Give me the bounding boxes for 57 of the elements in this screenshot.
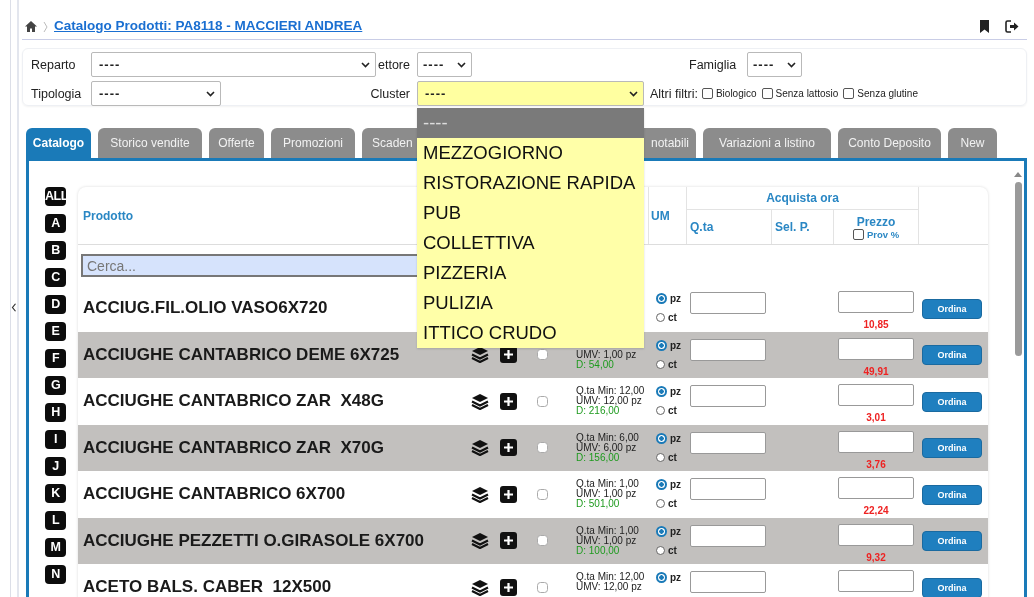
stock-info: D: 156,00 bbox=[576, 452, 620, 463]
price: 49,91 bbox=[862, 365, 890, 377]
unit-label: pz bbox=[670, 479, 682, 490]
stock-info: Q.ta Min: 12,00 bbox=[576, 386, 646, 397]
tipologia-label: Tipologia bbox=[31, 86, 83, 101]
unit-label: ct bbox=[668, 358, 677, 370]
unit-label: ct bbox=[668, 312, 677, 323]
stock-info: UMV: 12,00 pz bbox=[576, 396, 642, 407]
unit-label: ct bbox=[668, 405, 677, 416]
product-name: ACCIUGHE CANTABRICO 6X700 bbox=[83, 484, 346, 505]
product-name: ACCIUGHE PEZZETTI O.GIRASOLE 6X700 bbox=[83, 530, 424, 551]
unit-label: pz bbox=[670, 525, 682, 537]
cluster-label: Cluster bbox=[369, 86, 411, 101]
product-name: ACETO BALS. CABER 12X500 bbox=[83, 577, 332, 597]
stock-info: D: 54,00 bbox=[576, 359, 614, 370]
price: 3,76 bbox=[865, 458, 887, 470]
checkbox-label: Senza glutine bbox=[857, 88, 918, 99]
price: 3,01 bbox=[865, 412, 887, 423]
checkbox-label: Biologico bbox=[715, 88, 757, 99]
column-group-header: Acquista ora bbox=[687, 187, 918, 210]
unit-label: ct bbox=[668, 498, 677, 509]
unit-label: ct bbox=[668, 544, 677, 556]
reparto-label: Reparto bbox=[31, 57, 77, 72]
stock-info: UMV: 12,00 pz bbox=[576, 582, 642, 593]
settore-label: ettore bbox=[377, 57, 411, 72]
unit-label: pz bbox=[670, 386, 682, 397]
stock-info: D: 216,00 bbox=[576, 406, 620, 417]
product-name: ACCIUGHE CANTABRICO ZAR X48G bbox=[83, 391, 384, 412]
stock-info: Q.ta Min: 1,00 bbox=[576, 479, 640, 490]
unit-label: pz bbox=[670, 293, 682, 304]
column-header: Prezzo bbox=[856, 214, 896, 229]
unit-label: pz bbox=[670, 572, 682, 583]
product-name: ACCIUGHE CANTABRICO ZAR X70G bbox=[83, 437, 384, 458]
stock-info: UMV: 6,00 pz bbox=[576, 442, 637, 453]
column-header: Q.ta bbox=[687, 210, 772, 244]
unit-label: pz bbox=[670, 432, 682, 444]
unit-label: pz bbox=[670, 339, 682, 351]
price: 22,24 bbox=[862, 505, 890, 516]
price: 9,32 bbox=[865, 551, 887, 563]
stock-info: UMV: 1,00 pz bbox=[576, 489, 637, 500]
stock-info: D: 100,00 bbox=[576, 545, 620, 556]
stock-info: UMV: 1,00 pz bbox=[576, 349, 638, 360]
stock-info: Q.ta Min: 1,00 bbox=[576, 525, 640, 536]
stock-info: UMV: 1,00 pz bbox=[576, 535, 637, 546]
product-name: ACCIUG.FIL.OLIO VASO6X720 bbox=[83, 298, 328, 319]
stock-info: D: 501,00 bbox=[576, 499, 620, 510]
unit-label: ct bbox=[668, 451, 677, 463]
altri-filtri-label: Altri filtri: bbox=[650, 86, 698, 101]
stock-info: Q.ta Min: 6,00 bbox=[576, 432, 640, 443]
stock-info: Q.ta Min: 12,00 bbox=[576, 572, 646, 583]
price: 10,85 bbox=[862, 319, 890, 330]
checkbox-label: Senza lattosio bbox=[775, 88, 839, 99]
column-header: Sel. P. bbox=[772, 210, 834, 244]
checkbox-label: Prov % bbox=[866, 228, 900, 240]
product-name: ACCIUGHE CANTABRICO DEME 6X725 bbox=[83, 344, 400, 365]
famiglia-label: Famiglia bbox=[689, 57, 738, 72]
column-header: UM bbox=[649, 187, 687, 244]
